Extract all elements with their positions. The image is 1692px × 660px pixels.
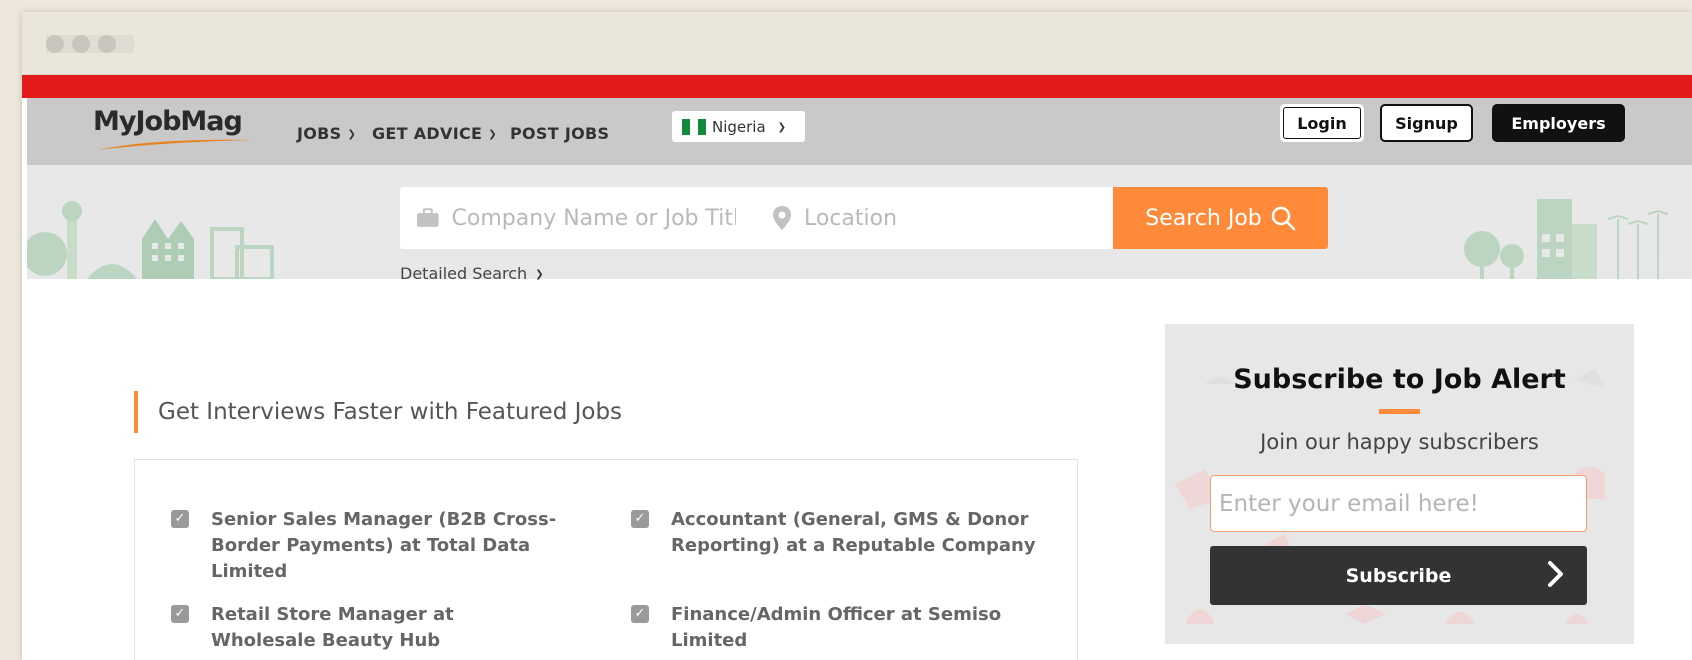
city-illustration-left [27, 201, 274, 279]
signup-button[interactable]: Signup [1380, 104, 1473, 142]
job-title-field[interactable]: Company Name or Job Title [416, 187, 736, 249]
window-titlebar [22, 12, 1692, 75]
logo-text: MyJobMag [93, 106, 243, 137]
chevron-down-icon: ❯ [347, 129, 357, 140]
chevron-down-icon: ❯ [488, 129, 497, 140]
location-pin-icon [773, 206, 791, 230]
briefcase-icon [416, 208, 439, 227]
top-accent-bar [22, 75, 1692, 98]
checkbox-icon: ✓ [631, 605, 649, 623]
maximize-window-icon[interactable] [98, 35, 116, 53]
chevron-right-icon [1548, 561, 1563, 587]
search-icon [1271, 206, 1295, 231]
job-title-link[interactable]: Accountant (General, GMS & Donor Reporti… [671, 507, 1051, 559]
job-title-placeholder: Company Name or Job Title [451, 205, 736, 231]
location-field[interactable]: Location [772, 187, 1072, 249]
job-search-form: Company Name or Job Title Location Searc… [400, 187, 1328, 249]
login-button[interactable]: Login [1280, 104, 1364, 142]
search-job-button[interactable]: Search Job [1113, 187, 1328, 249]
employers-button[interactable]: Employers [1492, 104, 1625, 142]
chevron-down-icon: ❯ [777, 122, 787, 133]
minimize-window-icon[interactable] [72, 35, 90, 53]
subscribe-subtitle: Join our happy subscribers [1260, 430, 1539, 454]
nav-post-jobs[interactable]: POST JOBS [510, 124, 609, 143]
checkbox-icon: ✓ [171, 510, 189, 528]
checkbox-icon: ✓ [171, 605, 189, 623]
city-illustration-right [1464, 199, 1669, 279]
title-underline [1379, 409, 1420, 414]
location-placeholder: Location [804, 205, 898, 231]
country-selector[interactable]: Nigeria ❯ [672, 111, 805, 142]
site-navbar: MyJobMag JOBS ❯ GET ADVICE ❯ POST JOBS Nig… [27, 98, 1692, 165]
close-window-icon[interactable] [46, 35, 64, 53]
browser-window: MyJobMag JOBS ❯ GET ADVICE ❯ POST JOBS Nig… [22, 12, 1692, 660]
search-hero: Company Name or Job Title Location Searc… [27, 165, 1692, 283]
subscribe-button[interactable]: Subscribe [1210, 546, 1587, 605]
job-title-link[interactable]: Senior Sales Manager (B2B Cross-Border P… [211, 507, 571, 585]
featured-job-item[interactable]: ✓ Accountant (General, GMS & Donor Repor… [631, 507, 1051, 559]
checkbox-icon: ✓ [631, 510, 649, 528]
featured-jobs-heading: Get Interviews Faster with Featured Jobs [134, 391, 622, 433]
detailed-search-toggle[interactable]: Detailed Search ❯ [400, 264, 544, 283]
logo-swoosh-icon [97, 139, 253, 150]
email-input[interactable]: Enter your email here! [1210, 475, 1587, 532]
job-title-link[interactable]: Retail Store Manager at Wholesale Beauty… [211, 602, 551, 654]
site-logo[interactable]: MyJobMag [93, 106, 263, 156]
country-label: Nigeria [712, 117, 766, 136]
nav-get-advice[interactable]: GET ADVICE ❯ [372, 124, 497, 143]
window-controls [46, 35, 134, 53]
featured-job-item[interactable]: ✓ Retail Store Manager at Wholesale Beau… [171, 602, 551, 654]
featured-job-item[interactable]: ✓ Finance/Admin Officer at Semiso Limite… [631, 602, 1031, 654]
featured-jobs-list: ✓ Senior Sales Manager (B2B Cross-Border… [134, 459, 1078, 660]
nav-jobs[interactable]: JOBS ❯ [297, 124, 356, 143]
nigeria-flag-icon [682, 118, 706, 135]
subscribe-title: Subscribe to Job Alert [1233, 364, 1566, 395]
job-title-link[interactable]: Finance/Admin Officer at Semiso Limited [671, 602, 1031, 654]
featured-job-item[interactable]: ✓ Senior Sales Manager (B2B Cross-Border… [171, 507, 571, 585]
chevron-down-icon: ❯ [535, 269, 544, 280]
job-alert-subscribe-card: Subscribe to Job Alert Join our happy su… [1165, 324, 1634, 644]
